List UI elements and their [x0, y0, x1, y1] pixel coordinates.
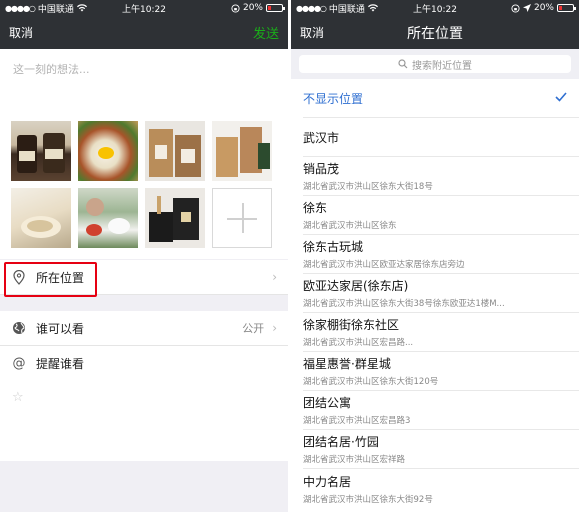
- cancel-button[interactable]: 取消: [300, 24, 324, 41]
- search-bar: 搜索附近位置: [291, 49, 579, 79]
- clock: 上午10:22: [122, 4, 166, 15]
- highlight-box: [4, 262, 97, 297]
- place-name: 福星惠誉·群星城: [303, 357, 391, 371]
- place-name: 徐东古玩城: [303, 240, 364, 254]
- place-name: 中力名居: [303, 474, 352, 489]
- send-button[interactable]: 发送: [253, 23, 279, 42]
- remind-label: 提醒谁看: [36, 357, 85, 371]
- who-can-see-label: 谁可以看: [36, 321, 85, 336]
- place-list-item[interactable]: 销品茂湖北省武汉市洪山区徐东大街18号: [303, 157, 579, 196]
- place-name: 欧亚达家居(徐东店): [303, 279, 409, 293]
- photo-thumbnail[interactable]: [11, 121, 71, 181]
- photo-thumbnail[interactable]: [212, 121, 272, 181]
- place-name: 武汉市: [303, 130, 340, 145]
- cancel-button[interactable]: 取消: [9, 24, 33, 41]
- status-bar: ●●●●○ 中国联通 上午10:22 20%: [291, 0, 579, 16]
- place-address: 湖北省武汉市洪山区徐东大街18号: [303, 182, 433, 192]
- place-address: 湖北省武汉市洪山区宏祥路: [303, 455, 406, 465]
- location-row[interactable]: 所在位置 ›: [0, 260, 288, 297]
- place-list-item[interactable]: 团结公寓湖北省武汉市洪山区宏昌路3: [303, 391, 579, 430]
- visibility-value: 公开: [242, 322, 265, 335]
- hide-location-option[interactable]: 不显示位置: [303, 79, 579, 118]
- chevron-right-icon: ›: [272, 270, 277, 284]
- place-address: 湖北省武汉市洪山区宏昌路3: [303, 416, 411, 426]
- place-address: 湖北省武汉市洪山区徐东大街92号: [303, 494, 433, 505]
- place-name: 徐家棚街徐东社区: [303, 318, 400, 332]
- star-icon[interactable]: ☆: [12, 390, 24, 405]
- place-name: 不显示位置: [303, 91, 364, 106]
- status-bar: ●●●●○ 中国联通 上午10:22 20%: [0, 0, 288, 16]
- search-input[interactable]: 搜索附近位置: [299, 55, 571, 73]
- compose-navbar: 取消 发送: [0, 16, 288, 49]
- place-address: 湖北省武汉市洪山区欧亚达家居徐东店旁边: [303, 260, 465, 270]
- place-list-item[interactable]: 中力名居湖北省武汉市洪山区徐东大街92号: [303, 469, 579, 508]
- place-list-item[interactable]: 徐东古玩城湖北省武汉市洪山区欧亚达家居徐东店旁边: [303, 235, 579, 274]
- place-address: 湖北省武汉市洪山区徐东大街38号徐东欧亚达1楼M...: [303, 299, 505, 309]
- place-name: 团结名居·竹园: [303, 435, 379, 449]
- add-photo-button[interactable]: [212, 188, 272, 248]
- compose-area: 这一刻的想法...: [0, 49, 288, 259]
- moment-text-input[interactable]: 这一刻的想法...: [13, 61, 90, 77]
- checkmark-icon: [555, 92, 567, 102]
- place-address: 湖北省武汉市洪山区徐东: [303, 221, 397, 231]
- at-sign-icon: @: [12, 356, 26, 371]
- place-list-item[interactable]: 欧亚达家居(徐东店) 湖北省武汉市洪山区徐东大街38号徐东欧亚达1楼M...: [303, 274, 579, 313]
- remind-row[interactable]: @ 提醒谁看: [0, 346, 288, 381]
- chevron-right-icon: ›: [272, 321, 277, 335]
- place-list-item[interactable]: 徐家棚街徐东社区湖北省武汉市洪山区宏昌路...: [303, 313, 579, 352]
- photo-thumbnail[interactable]: [78, 121, 138, 181]
- extra-options-row: ☆: [0, 381, 288, 461]
- place-name: 徐东: [303, 201, 328, 215]
- visibility-row[interactable]: 谁可以看 公开 ›: [0, 311, 288, 346]
- location-navbar: 取消 所在位置: [291, 16, 579, 49]
- photo-thumbnail[interactable]: [78, 188, 138, 248]
- search-icon: [398, 59, 408, 69]
- place-address: 湖北省武汉市洪山区徐东大街120号: [303, 377, 439, 387]
- photo-thumbnail[interactable]: [11, 188, 71, 248]
- place-list-item[interactable]: 团结名居·竹园湖北省武汉市洪山区宏祥路: [303, 430, 579, 469]
- battery-icon: [266, 4, 285, 12]
- place-list: 不显示位置 武汉市 销品茂 湖北省武汉市洪山区徐东大街18号 徐东 湖北省武汉市洪山区徐东…: [291, 79, 579, 508]
- place-list-item[interactable]: 福星惠誉·群星城湖北省武汉市洪山区徐东大街120号: [303, 352, 579, 391]
- search-placeholder: 搜索附近位置: [412, 60, 472, 72]
- photo-grid: [11, 121, 272, 248]
- clock: 上午10:22: [413, 4, 457, 15]
- battery-icon: [557, 4, 576, 12]
- place-name: 团结公寓: [303, 396, 352, 410]
- page-title: 所在位置: [407, 25, 463, 42]
- globe-icon: [11, 320, 27, 336]
- place-list-item[interactable]: 武汉市: [303, 118, 579, 157]
- location-picker-screen: ●●●●○ 中国联通 上午10:22 20% 取消 所在位置 搜索附近位置 不显…: [291, 0, 579, 512]
- place-name: 销品茂: [303, 162, 340, 176]
- photo-thumbnail[interactable]: [145, 121, 205, 181]
- compose-moment-screen: ●●●●○ 中国联通 上午10:22 20% 取消 发送 这一刻的想法... 所…: [0, 0, 288, 512]
- photo-thumbnail[interactable]: [145, 188, 205, 248]
- place-list-item[interactable]: 徐东湖北省武汉市洪山区徐东: [303, 196, 579, 235]
- place-address: 湖北省武汉市洪山区宏昌路...: [303, 338, 414, 348]
